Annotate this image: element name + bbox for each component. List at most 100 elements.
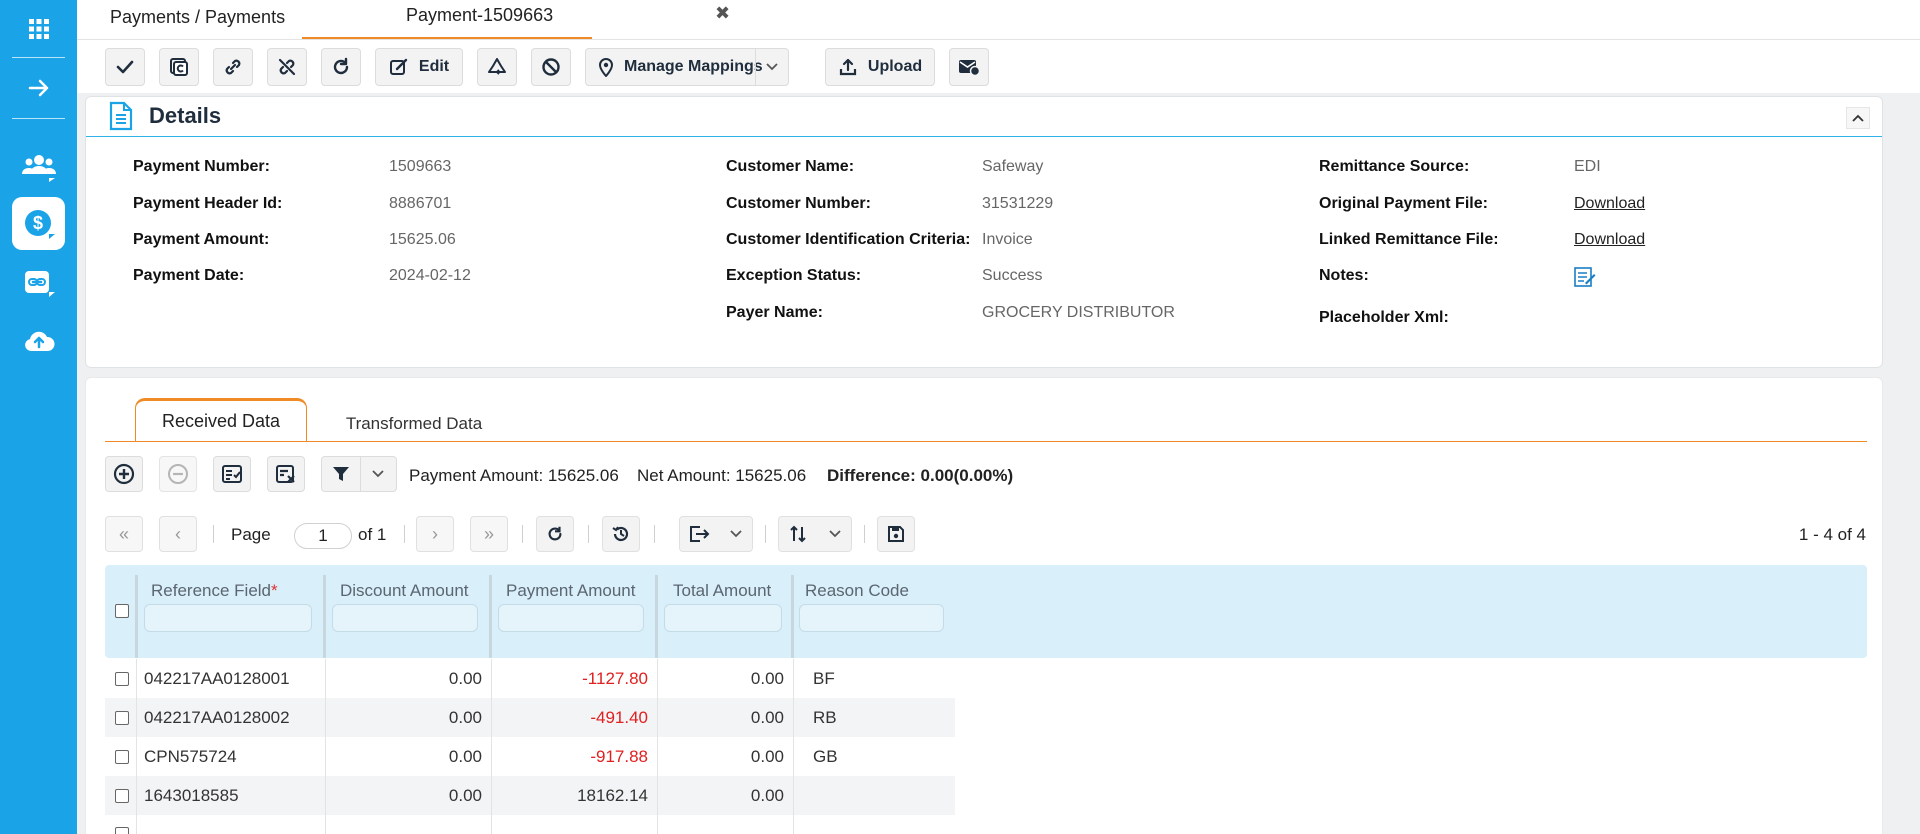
row-checkbox[interactable] [115, 827, 129, 834]
dollar-icon: $ [24, 209, 55, 239]
check-icon [116, 60, 134, 74]
original-payment-file-download-link[interactable]: Download [1574, 195, 1645, 213]
column-divider [323, 575, 326, 658]
pager-separator [522, 525, 523, 543]
unlink-button[interactable] [267, 48, 307, 86]
col-header-discount-amount[interactable]: Discount Amount [340, 581, 469, 601]
sidebar-item-payments[interactable]: $ [12, 197, 65, 250]
edit-button[interactable]: Edit [375, 48, 463, 86]
clear-checklist-button[interactable] [267, 456, 305, 492]
remove-row-button[interactable] [159, 456, 197, 492]
col-header-reference-field[interactable]: Reference Field* [151, 581, 278, 601]
filter-discount-amount[interactable] [332, 604, 478, 632]
cell-reason: RB [813, 708, 837, 727]
select-all-checkbox[interactable] [115, 604, 129, 618]
link-button[interactable] [213, 48, 253, 86]
chevron-down-icon[interactable] [370, 468, 386, 480]
plus-circle-icon [113, 463, 135, 485]
sidebar-item-linking[interactable] [12, 256, 65, 309]
customer-name-value: Safeway [982, 158, 1044, 175]
chevron-down-icon[interactable] [827, 528, 843, 540]
chevron-down-icon[interactable] [728, 528, 744, 540]
save-layout-button[interactable] [877, 516, 915, 552]
table-row[interactable]: 042217AA0128001 0.00 -1127.80 0.00 BF [105, 659, 955, 698]
last-page-button[interactable]: » [470, 516, 508, 552]
row-checkbox[interactable] [115, 750, 129, 764]
table-row[interactable]: CPN575724 0.00 -917.88 0.00 GB [105, 737, 955, 776]
filter-payment-amount[interactable] [498, 604, 644, 632]
row-checkbox[interactable] [115, 789, 129, 803]
users-icon [21, 154, 56, 182]
row-checkbox[interactable] [115, 672, 129, 686]
cell-divider [793, 815, 794, 834]
payment-date-label: Payment Date: [133, 267, 245, 284]
remittance-source-value: EDI [1574, 158, 1601, 175]
filter-reference-field[interactable] [144, 604, 312, 632]
add-row-button[interactable] [105, 456, 143, 492]
customer-number-value: 31531229 [982, 195, 1054, 212]
col-header-total-amount[interactable]: Total Amount [673, 581, 771, 601]
sidebar-item-customers[interactable] [12, 140, 65, 193]
cell-discount: 0.00 [448, 669, 482, 688]
cell-total: 0.00 [750, 708, 784, 727]
payer-name-value: GROCERY DISTRIBUTOR [982, 304, 1175, 321]
tab-underline [105, 441, 1867, 442]
filter-reason-code[interactable] [799, 604, 944, 632]
cell-total: 0.00 [750, 747, 784, 766]
filter-button[interactable] [321, 456, 397, 492]
reload-grid-button[interactable] [536, 516, 574, 552]
upload-button[interactable]: Upload [825, 48, 935, 86]
refresh-button[interactable] [321, 48, 361, 86]
sort-button[interactable] [778, 516, 852, 552]
export-button[interactable] [679, 516, 753, 552]
cell-divider [136, 698, 137, 737]
tab-payment-detail[interactable]: Payment-1509663 ✖ [302, 0, 730, 39]
col-header-payment-amount[interactable]: Payment Amount [506, 581, 635, 601]
apps-grid-icon[interactable] [12, 2, 65, 55]
cell-reason: GB [813, 747, 838, 766]
summary-difference: Difference: 0.00(0.00%) [827, 466, 1014, 485]
summary-net-amount: Net Amount: 15625.06 [637, 466, 807, 485]
next-page-button[interactable]: › [416, 516, 454, 552]
table-row[interactable]: 042217AA0128002 0.00 -491.40 0.00 RB [105, 698, 955, 737]
collapse-button[interactable] [1846, 107, 1870, 129]
cell-total: 0.00 [750, 786, 784, 805]
recycle-button[interactable] [477, 48, 517, 86]
upload-button-label: Upload [867, 58, 923, 75]
manage-mappings-button[interactable]: Manage Mappings [585, 48, 789, 86]
required-marker: * [271, 581, 278, 600]
checklist-button[interactable] [213, 456, 251, 492]
void-button[interactable] [531, 48, 571, 86]
prev-page-button[interactable]: ‹ [159, 516, 197, 552]
row-checkbox[interactable] [115, 711, 129, 725]
save-icon [888, 526, 904, 542]
details-panel: Details Payment Number: 1509663 Payment … [85, 96, 1883, 368]
history-button[interactable] [602, 516, 640, 552]
breadcrumb[interactable]: Payments / Payments [110, 7, 285, 28]
column-divider [655, 575, 658, 658]
summary-payment-amount: Payment Amount: 15625.06 [409, 466, 619, 485]
notes-edit-icon[interactable] [1574, 266, 1596, 288]
email-button[interactable] [949, 48, 989, 86]
col-header-reason-code[interactable]: Reason Code [805, 581, 909, 601]
grid-header: Reference Field* Discount Amount Payment… [105, 565, 1867, 658]
first-page-button[interactable]: « [105, 516, 143, 552]
table-row-partial[interactable] [105, 815, 955, 834]
chevron-down-icon[interactable] [764, 61, 780, 73]
cell-divider [657, 698, 658, 737]
expand-arrow-icon[interactable] [12, 61, 65, 114]
tab-received-data[interactable]: Received Data [135, 398, 307, 442]
copy-button[interactable] [159, 48, 199, 86]
close-tab-icon[interactable]: ✖ [715, 3, 730, 24]
filter-total-amount[interactable] [664, 604, 782, 632]
cell-divider [136, 659, 137, 698]
tab-transformed-data[interactable]: Transformed Data [322, 402, 506, 446]
mail-gear-icon [959, 60, 981, 77]
cell-divider [657, 815, 658, 834]
col-header-label: Reference Field [151, 581, 272, 600]
linked-remittance-file-download-link[interactable]: Download [1574, 231, 1645, 249]
approve-button[interactable] [105, 48, 145, 86]
cloud-upload-icon[interactable] [12, 314, 65, 367]
table-row[interactable]: 1643018585 0.00 18162.14 0.00 [105, 776, 955, 815]
page-number-input[interactable]: 1 [294, 523, 352, 549]
